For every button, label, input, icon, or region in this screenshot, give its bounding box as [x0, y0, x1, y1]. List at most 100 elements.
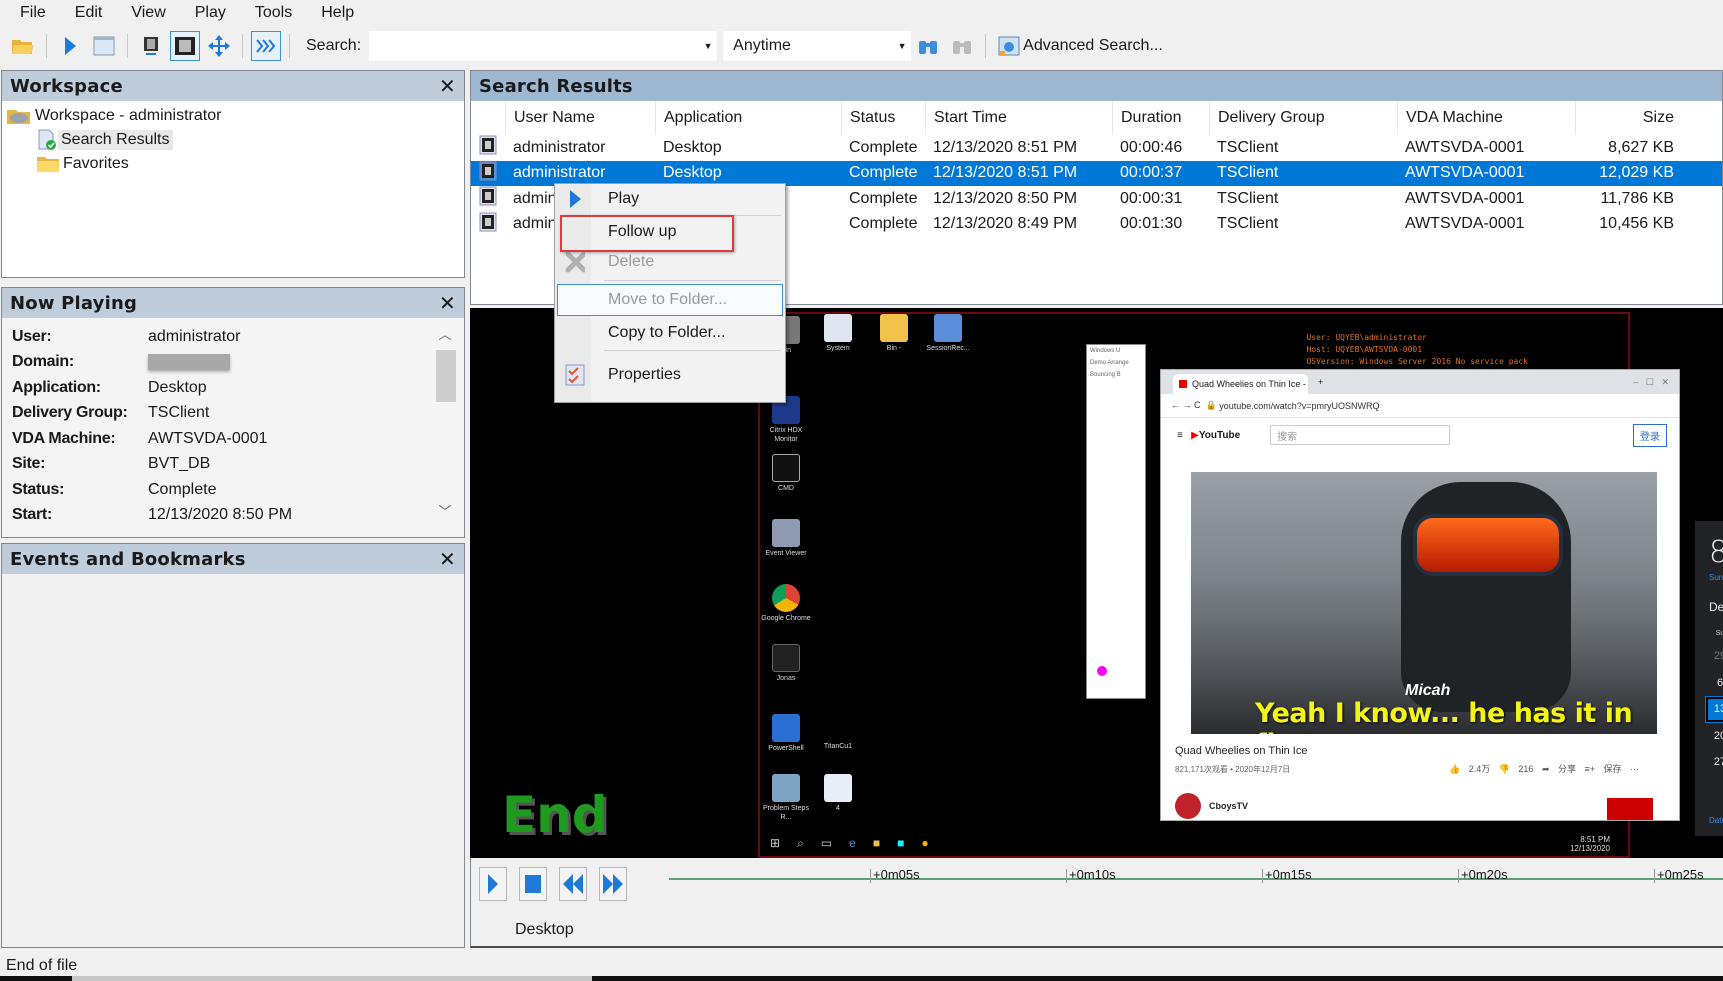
- search-history-dropdown[interactable]: ▼: [699, 31, 718, 61]
- calendar-day: 13: [1705, 696, 1723, 723]
- advanced-search-button[interactable]: Advanced Search...: [998, 35, 1163, 57]
- cell-size: 10,456 KB: [1599, 215, 1674, 233]
- context-menu-properties[interactable]: Properties: [555, 360, 785, 390]
- calendar-day: 27: [1713, 756, 1723, 769]
- menu-edit[interactable]: Edit: [75, 4, 103, 22]
- properties-checklist-icon: [565, 364, 585, 386]
- scroll-down-icon[interactable]: ﹀: [434, 501, 456, 520]
- toolbar-separator: [985, 34, 987, 58]
- menu-bar: File Edit View Play Tools Help: [0, 0, 1723, 26]
- detail-key: Site:: [12, 455, 46, 473]
- now-playing-title: Now Playing: [10, 292, 138, 314]
- tree-item-search-results[interactable]: Search Results: [6, 128, 464, 152]
- results-row[interactable]: administrator Desktop Complete 12/13/2020 8…: [471, 135, 1722, 161]
- context-menu-follow-up[interactable]: Follow up: [555, 217, 785, 247]
- desktop-icon: SessionRec...: [920, 314, 976, 353]
- cell-duration: 00:00:31: [1120, 189, 1183, 207]
- detail-key: Start:: [12, 506, 52, 524]
- recorded-browser-window: Quad Wheelies on Thin Ice - + – ☐ ✕ ← → C …: [1160, 369, 1680, 821]
- search-results-icon: [38, 129, 56, 150]
- column-header-vda-machine[interactable]: VDA Machine: [1397, 101, 1575, 135]
- open-folder-button[interactable]: [8, 31, 38, 61]
- column-header-status[interactable]: Status: [841, 101, 925, 135]
- move-button[interactable]: [204, 31, 234, 61]
- desktop-icon: PowerShell: [758, 714, 814, 753]
- fast-forward-button[interactable]: [599, 867, 627, 901]
- column-header-duration[interactable]: Duration: [1112, 101, 1209, 135]
- scroll-up-icon[interactable]: ︿: [434, 324, 456, 343]
- context-menu-delete[interactable]: Delete: [555, 247, 785, 277]
- context-menu-copy-to-folder[interactable]: Copy to Folder...: [555, 318, 785, 348]
- column-header-user-name[interactable]: User Name: [505, 101, 655, 135]
- fast-forward-toolbar-button[interactable]: [251, 31, 281, 61]
- cell-application: Desktop: [663, 138, 722, 156]
- tree-item-favorites[interactable]: Favorites: [6, 152, 464, 176]
- window-icon: [93, 36, 115, 56]
- detail-key: Domain:: [12, 353, 74, 371]
- detail-value: administrator: [148, 327, 241, 345]
- play-button[interactable]: [479, 867, 507, 901]
- workspace-header: Workspace ✕: [2, 71, 464, 101]
- detail-row-vda-machine: VDA Machine: AWTSVDA-0001: [12, 426, 464, 452]
- recording-film-icon: [471, 135, 505, 160]
- fast-forward-icon: [603, 874, 623, 894]
- menu-separator: [604, 350, 781, 351]
- play-toolbar-button[interactable]: [55, 31, 85, 61]
- calendar-day: 29: [1713, 650, 1723, 663]
- detail-value: BVT_DB: [148, 455, 211, 473]
- column-header-start-time[interactable]: Start Time: [925, 101, 1112, 135]
- cell-delivery-group: TSClient: [1217, 215, 1279, 233]
- time-filter-dropdown[interactable]: ▼: [893, 31, 912, 61]
- tree-root-workspace[interactable]: Workspace - administrator: [6, 104, 464, 128]
- details-scrollbar[interactable]: ︿ ﹀: [434, 324, 456, 520]
- search-label: Search:: [306, 37, 362, 54]
- calendar-day: 20: [1713, 729, 1723, 742]
- find-next-button[interactable]: [947, 31, 977, 61]
- search-input[interactable]: [369, 31, 700, 61]
- toolbar: Search: ▼ Anytime ▼ Advanced Search...: [0, 28, 1723, 64]
- context-menu-move-to-folder[interactable]: Move to Folder...: [557, 284, 783, 316]
- cell-status: Complete: [849, 189, 918, 207]
- menu-help[interactable]: Help: [321, 4, 354, 22]
- move-arrows-icon: [208, 35, 230, 57]
- desktop-icon: Google Chrome: [758, 584, 814, 623]
- context-menu-play[interactable]: Play: [555, 184, 785, 214]
- menu-separator: [604, 280, 781, 281]
- menu-file[interactable]: File: [20, 4, 46, 22]
- desktop-icon: CMD: [758, 454, 814, 493]
- stop-button[interactable]: [519, 867, 547, 901]
- film-button[interactable]: [170, 31, 200, 61]
- time-filter-value: Anytime: [733, 37, 791, 54]
- column-header-size[interactable]: Size: [1575, 101, 1682, 135]
- workspace-close-icon[interactable]: ✕: [439, 74, 456, 98]
- menu-separator: [604, 215, 781, 216]
- playback-timeline[interactable]: [669, 878, 1723, 880]
- recording-film-icon: [471, 186, 505, 211]
- detail-value: TSClient: [148, 404, 210, 422]
- column-header-application[interactable]: Application: [655, 101, 841, 135]
- detail-value: AWTSVDA-0001: [148, 429, 268, 447]
- workspace-title: Workspace: [10, 75, 123, 97]
- detail-key: Status:: [12, 480, 65, 498]
- monitor-recording-button[interactable]: [136, 31, 166, 61]
- time-filter-select[interactable]: Anytime: [723, 31, 894, 61]
- recorded-video-frame: Micah Yeah I know... he has it in first: [1191, 472, 1657, 734]
- column-header-delivery-group[interactable]: Delivery Group: [1209, 101, 1397, 135]
- window-button[interactable]: [89, 31, 119, 61]
- search-results-title: Search Results: [479, 75, 633, 97]
- now-playing-header: Now Playing ✕: [2, 288, 464, 318]
- now-playing-close-icon[interactable]: ✕: [439, 291, 456, 315]
- play-icon: [488, 874, 498, 894]
- background-window: Windows U Demo Arrange Bouncing B: [1086, 344, 1146, 699]
- menu-view[interactable]: View: [131, 4, 165, 22]
- menu-tools[interactable]: Tools: [255, 4, 292, 22]
- desktop-icon: System: [810, 314, 866, 353]
- find-button[interactable]: [913, 31, 943, 61]
- menu-play[interactable]: Play: [195, 4, 226, 22]
- scrollbar-thumb[interactable]: [436, 350, 456, 402]
- detail-row-site: Site: BVT_DB: [12, 452, 464, 478]
- rewind-button[interactable]: [559, 867, 587, 901]
- desktop-icon: Problem Steps R...: [758, 774, 814, 822]
- events-close-icon[interactable]: ✕: [439, 547, 456, 571]
- cell-duration: 00:00:37: [1120, 164, 1183, 182]
